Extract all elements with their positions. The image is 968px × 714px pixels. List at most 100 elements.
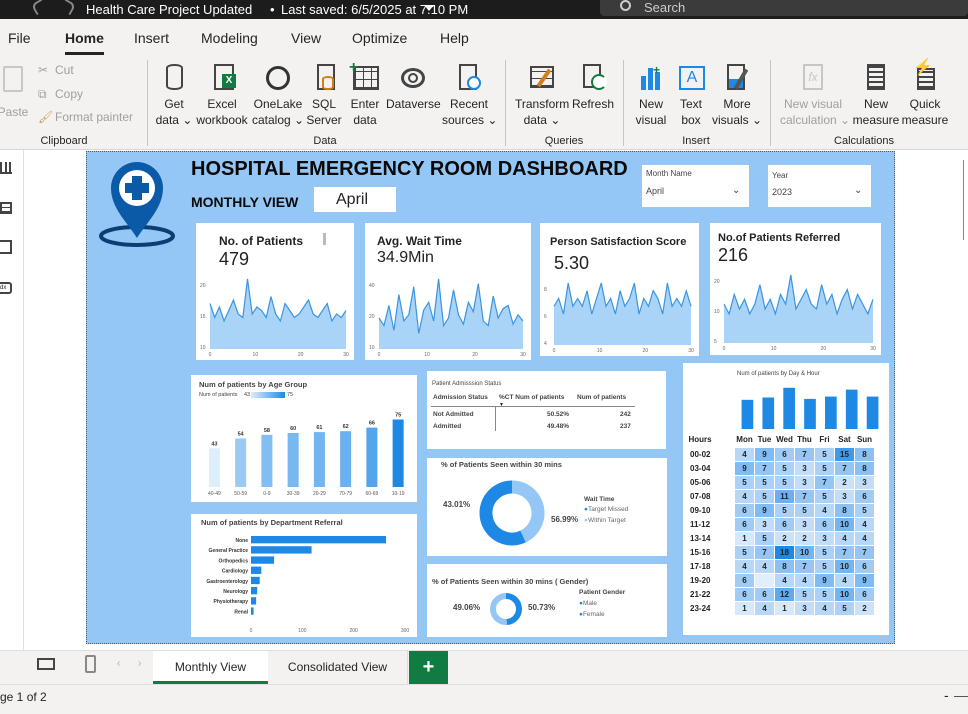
- heatmap-cell[interactable]: 7: [814, 474, 835, 490]
- heatmap-cell[interactable]: 5: [774, 460, 795, 476]
- tab-optimize[interactable]: Optimize: [352, 30, 407, 46]
- year-slicer[interactable]: Year 2023 ⌄: [768, 165, 871, 207]
- heatmap-cell[interactable]: 6: [734, 572, 755, 588]
- heatmap-cell[interactable]: 7: [834, 460, 855, 476]
- heatmap-cell[interactable]: 7: [834, 544, 855, 560]
- heatmap-cell[interactable]: 7: [754, 544, 775, 560]
- heatmap-cell[interactable]: 3: [854, 474, 875, 490]
- admission-status-table[interactable]: Patient Admisssion Status Admission Stat…: [427, 371, 666, 449]
- heatmap-cell[interactable]: 11: [774, 488, 795, 504]
- heatmap-cell[interactable]: 5: [794, 586, 815, 602]
- heatmap-cell[interactable]: 4: [794, 572, 815, 588]
- add-page-button[interactable]: +: [409, 651, 448, 684]
- heatmap-cell[interactable]: 9: [754, 446, 775, 462]
- heatmap-cell[interactable]: 4: [734, 558, 755, 574]
- day-hour-heatmap-card[interactable]: Num of patients by Day & Hour Hours Mon Tu…: [683, 363, 889, 635]
- heatmap-cell[interactable]: 6: [854, 586, 875, 602]
- mobile-layout-icon[interactable]: [85, 655, 96, 673]
- recent-sources-button[interactable]: Recent sources ⌄: [442, 64, 497, 128]
- heatmap-cell[interactable]: 5: [754, 474, 775, 490]
- kpi-card-referred[interactable]: No.of Patients Referred 216 0 10 20 30 20 10 5: [710, 223, 881, 355]
- heatmap-cell[interactable]: 5: [814, 586, 835, 602]
- excel-workbook-button[interactable]: X Excel workbook: [194, 64, 250, 128]
- heatmap-cell[interactable]: 7: [854, 544, 875, 560]
- table-header[interactable]: Num of patients: [577, 394, 626, 401]
- heatmap-cell[interactable]: 3: [834, 488, 855, 504]
- tab-insert[interactable]: Insert: [134, 30, 169, 46]
- heatmap-cell[interactable]: 3: [794, 600, 815, 616]
- heatmap-cell[interactable]: 8: [854, 460, 875, 476]
- heatmap-cell[interactable]: 10: [834, 516, 855, 532]
- heatmap-cell[interactable]: 4: [814, 502, 835, 518]
- heatmap-cell[interactable]: 5: [854, 502, 875, 518]
- heatmap-cell[interactable]: 4: [834, 530, 855, 546]
- heatmap-cell[interactable]: 3: [794, 516, 815, 532]
- heatmap-cell[interactable]: 1: [734, 530, 755, 546]
- heatmap-cell[interactable]: 5: [734, 544, 755, 560]
- heatmap-cell[interactable]: 5: [834, 600, 855, 616]
- heatmap-cell[interactable]: 5: [814, 488, 835, 504]
- cut-button[interactable]: ✂ Cut: [38, 63, 74, 77]
- heatmap-cell[interactable]: 9: [814, 572, 835, 588]
- heatmap-cell[interactable]: 4: [834, 572, 855, 588]
- redo-icon[interactable]: [59, 0, 77, 16]
- model-view-icon[interactable]: [0, 240, 12, 254]
- heatmap-cell[interactable]: 6: [854, 558, 875, 574]
- heatmap-cell[interactable]: 6: [734, 516, 755, 532]
- report-page[interactable]: HOSPITAL EMERGENCY ROOM DASHBOARD MONTHL…: [86, 151, 895, 644]
- heatmap-cell[interactable]: 4: [814, 600, 835, 616]
- heatmap-cell[interactable]: 8: [774, 558, 795, 574]
- heatmap-cell[interactable]: 3: [794, 460, 815, 476]
- enter-data-button[interactable]: + Enter data: [347, 60, 383, 128]
- heatmap-cell[interactable]: 12: [774, 586, 795, 602]
- heatmap-cell[interactable]: 15: [834, 446, 855, 462]
- heatmap-cell[interactable]: 5: [814, 460, 835, 476]
- heatmap-cell[interactable]: 18: [774, 544, 795, 560]
- heatmap-cell[interactable]: 1: [734, 600, 755, 616]
- table-view-icon[interactable]: [0, 202, 12, 214]
- heatmap-cell[interactable]: 4: [734, 446, 755, 462]
- heatmap-cell[interactable]: 3: [754, 516, 775, 532]
- tab-monthly-view[interactable]: Monthly View: [153, 651, 268, 684]
- next-page-icon[interactable]: ›: [138, 658, 141, 669]
- refresh-button[interactable]: Refresh: [572, 64, 614, 112]
- heatmap-cell[interactable]: 3: [814, 530, 835, 546]
- kpi-card-patients[interactable]: No. of Patients 479 0 10 20 30 20 15 10: [196, 223, 354, 360]
- heatmap-cell[interactable]: 5: [814, 558, 835, 574]
- heatmap-cell[interactable]: 7: [794, 446, 815, 462]
- search-box[interactable]: Search: [600, 0, 968, 16]
- heatmap-cell[interactable]: [754, 572, 775, 588]
- heatmap-cell[interactable]: 2: [794, 530, 815, 546]
- heatmap-cell[interactable]: 10: [834, 558, 855, 574]
- wait-time-donut-card[interactable]: % of Patients Seen within 30 mins 43.01%…: [427, 458, 667, 556]
- heatmap-cell[interactable]: 6: [854, 488, 875, 504]
- heatmap-cell[interactable]: 5: [774, 502, 795, 518]
- paste-button[interactable]: Paste: [0, 64, 30, 119]
- heatmap-cell[interactable]: 5: [754, 530, 775, 546]
- get-data-button[interactable]: Get data ⌄: [154, 64, 194, 128]
- heatmap-cell[interactable]: 10: [794, 544, 815, 560]
- heatmap-cell[interactable]: 6: [774, 446, 795, 462]
- heatmap-cell[interactable]: 8: [854, 446, 875, 462]
- tab-home[interactable]: Home: [65, 30, 104, 46]
- month-slicer[interactable]: Month Name April ⌄: [642, 165, 749, 207]
- sql-server-button[interactable]: SQL Server: [306, 64, 342, 128]
- heatmap-cell[interactable]: 3: [794, 474, 815, 490]
- format-painter-button[interactable]: 🖌 Format painter: [38, 110, 133, 124]
- kpi-card-wait-time[interactable]: Avg. Wait Time 34.9Min 0 10 20 30 40 20 10: [365, 223, 531, 360]
- heatmap-cell[interactable]: 2: [774, 530, 795, 546]
- heatmap-cell[interactable]: 9: [854, 572, 875, 588]
- heatmap-cell[interactable]: 7: [754, 460, 775, 476]
- heatmap-cell[interactable]: 5: [734, 474, 755, 490]
- heatmap-cell[interactable]: 4: [774, 572, 795, 588]
- title-dropdown-icon[interactable]: [424, 5, 434, 11]
- heatmap-cell[interactable]: 7: [794, 488, 815, 504]
- heatmap-cell[interactable]: 5: [774, 474, 795, 490]
- more-visuals-button[interactable]: More visuals ⌄: [712, 64, 762, 128]
- desktop-layout-icon[interactable]: [37, 658, 55, 670]
- gender-donut-card[interactable]: % of Patients Seen within 30 mins ( Gend…: [427, 564, 667, 637]
- heatmap-cell[interactable]: 2: [854, 600, 875, 616]
- tab-modeling[interactable]: Modeling: [201, 30, 258, 46]
- dataverse-button[interactable]: Dataverse: [386, 64, 441, 112]
- heatmap-cell[interactable]: 5: [814, 544, 835, 560]
